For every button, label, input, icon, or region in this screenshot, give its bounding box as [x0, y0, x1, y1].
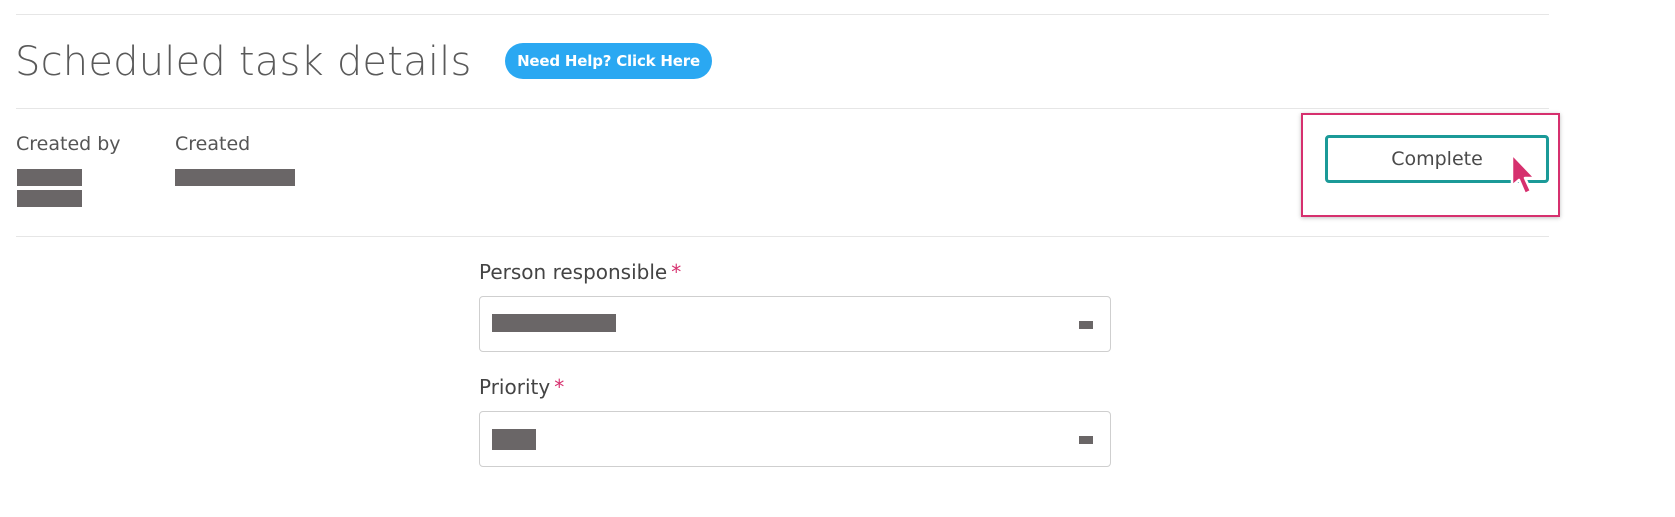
priority-label: Priority *	[479, 374, 564, 400]
meta-divider	[16, 236, 1549, 237]
priority-value-redacted	[492, 429, 536, 450]
need-help-button[interactable]: Need Help? Click Here	[505, 43, 712, 79]
created-by-value-redacted-line-1	[17, 169, 82, 186]
created-by-label: Created by	[16, 133, 121, 155]
person-responsible-value-redacted	[492, 314, 616, 332]
header-divider	[16, 108, 1549, 109]
created-value-redacted	[175, 169, 295, 186]
created-by-value-redacted-line-2	[17, 190, 82, 207]
priority-label-text: Priority	[479, 375, 551, 399]
required-asterisk: *	[671, 260, 682, 284]
dropdown-indicator-icon	[1079, 321, 1093, 329]
top-divider	[16, 14, 1549, 15]
page-title: Scheduled task details	[15, 39, 472, 85]
priority-select[interactable]	[479, 411, 1111, 467]
person-responsible-label: Person responsible *	[479, 259, 681, 285]
person-responsible-select[interactable]	[479, 296, 1111, 352]
person-responsible-label-text: Person responsible	[479, 260, 668, 284]
mouse-pointer-icon	[1508, 152, 1540, 200]
dropdown-indicator-icon	[1079, 436, 1093, 444]
required-asterisk: *	[554, 375, 565, 399]
created-label: Created	[175, 133, 251, 155]
